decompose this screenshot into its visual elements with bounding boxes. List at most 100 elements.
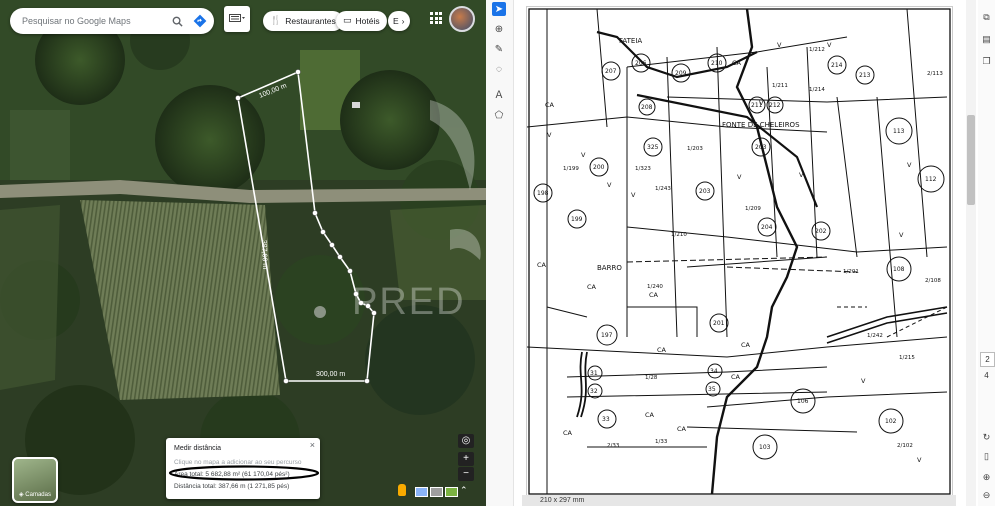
edge-label-top: 100,00 m xyxy=(258,82,288,99)
svg-text:209: 209 xyxy=(675,70,687,77)
zoom-out-icon[interactable]: ⊖ xyxy=(981,490,992,501)
svg-text:203: 203 xyxy=(699,188,711,195)
search-box[interactable]: Pesquisar no Google Maps xyxy=(10,8,214,34)
svg-text:1/201: 1/201 xyxy=(843,269,859,275)
edge-label-south: 300,00 m xyxy=(316,371,345,378)
watermark: PRED xyxy=(352,281,466,323)
svg-text:108: 108 xyxy=(893,266,905,273)
cursor-tool-icon[interactable]: ➤ xyxy=(492,2,506,16)
chevron-right-icon: › xyxy=(401,16,405,26)
layers-label: ◈ Camadas xyxy=(19,492,51,498)
svg-text:206: 206 xyxy=(635,60,647,67)
svg-text:197: 197 xyxy=(601,332,613,339)
stream-line xyxy=(710,8,799,495)
svg-text:1/323: 1/323 xyxy=(635,166,651,172)
svg-text:V: V xyxy=(861,377,866,385)
svg-text:1/215: 1/215 xyxy=(899,355,915,361)
svg-text:1/28: 1/28 xyxy=(645,375,658,381)
my-location-button[interactable]: ◎ xyxy=(458,434,474,448)
page-number-input[interactable]: 2 xyxy=(980,352,995,367)
svg-text:1/210: 1/210 xyxy=(671,232,687,238)
crosshair-icon: ◎ xyxy=(461,435,471,446)
search-input[interactable]: Pesquisar no Google Maps xyxy=(22,16,168,26)
apps-grid-icon[interactable] xyxy=(430,12,442,24)
zoom-tool-icon[interactable]: ⊕ xyxy=(492,22,506,36)
measure-title: Medir distância xyxy=(174,445,222,452)
shapes-tool-icon[interactable]: ⬠ xyxy=(492,108,506,122)
svg-text:1/33: 1/33 xyxy=(655,439,668,445)
minus-icon: − xyxy=(463,468,469,479)
svg-text:213: 213 xyxy=(859,72,871,79)
layers-panel-icon[interactable]: ⧉ xyxy=(981,12,992,23)
svg-text:35: 35 xyxy=(708,386,716,393)
vertical-scrollbar[interactable] xyxy=(966,0,976,506)
svg-text:1/209: 1/209 xyxy=(745,206,761,212)
copy-icon[interactable]: ❐ xyxy=(981,56,992,67)
svg-text:325: 325 xyxy=(647,144,659,151)
edge-label-west: 387,66 m xyxy=(260,240,268,270)
measure-distance-card: Medir distância × Clique no mapa a adici… xyxy=(166,438,320,499)
svg-text:2/102: 2/102 xyxy=(897,443,913,449)
google-maps-panel[interactable]: 100,00 m 387,66 m 300,00 m PRED Pesquisa… xyxy=(0,0,486,506)
svg-text:V: V xyxy=(907,161,912,169)
layers-button[interactable]: ◈ Camadas xyxy=(12,457,58,503)
account-avatar[interactable] xyxy=(449,6,475,32)
svg-text:103: 103 xyxy=(759,444,771,451)
svg-text:200: 200 xyxy=(593,164,605,171)
zoom-in-icon[interactable]: ⊕ xyxy=(981,472,992,483)
place-name-barro: BARRO xyxy=(597,264,622,272)
text-tool-icon[interactable]: Ａ xyxy=(492,86,506,101)
document-page: FATEIA FONTE DE CHELEIROS BARRO 207 206 … xyxy=(526,6,953,497)
svg-text:V: V xyxy=(917,456,922,464)
svg-text:V: V xyxy=(899,231,904,239)
pegman-icon[interactable] xyxy=(398,484,406,496)
layers-icon: ◈ xyxy=(19,492,24,498)
measure-path[interactable]: 100,00 m 387,66 m 300,00 m PRED xyxy=(0,0,486,506)
svg-text:207: 207 xyxy=(605,68,617,75)
svg-text:CA: CA xyxy=(741,341,751,349)
page-total: 4 xyxy=(984,371,989,380)
svg-text:V: V xyxy=(737,173,742,181)
svg-text:CA: CA xyxy=(537,261,547,269)
svg-text:1/211: 1/211 xyxy=(772,83,788,89)
page-icon[interactable]: ▯ xyxy=(981,451,992,462)
svg-text:V: V xyxy=(631,191,636,199)
svg-text:204: 204 xyxy=(761,224,773,231)
zoom-in-button[interactable]: + xyxy=(458,452,474,466)
svg-text:1/214: 1/214 xyxy=(809,87,825,93)
svg-text:CA: CA xyxy=(645,411,655,419)
plus-icon: + xyxy=(463,453,469,464)
right-toolbar: ⧉ ▤ ❐ ↻ ▯ ⊕ ⊖ xyxy=(978,0,995,506)
svg-text:V: V xyxy=(581,151,586,159)
fork-knife-icon: 🍴 xyxy=(270,16,282,26)
chip-restaurants-label: Restaurantes xyxy=(285,16,336,26)
keyboard-layers-button[interactable] xyxy=(224,6,250,32)
comment-icon[interactable]: ▤ xyxy=(981,34,992,45)
imagery-thumbnails[interactable] xyxy=(415,487,458,497)
svg-text:1/199: 1/199 xyxy=(563,166,579,172)
close-icon[interactable]: × xyxy=(310,440,315,450)
directions-icon[interactable] xyxy=(191,12,209,30)
chip-more[interactable]: E › xyxy=(388,11,410,31)
search-icon[interactable] xyxy=(168,12,186,30)
chip-hotels[interactable]: ▭ Hotéis xyxy=(336,11,387,31)
pen-tool-icon[interactable]: ✎ xyxy=(492,42,506,56)
zoom-out-button[interactable]: − xyxy=(458,467,474,481)
svg-text:112: 112 xyxy=(925,176,937,183)
svg-text:V: V xyxy=(607,181,612,189)
place-name-fateia: FATEIA xyxy=(619,37,642,45)
svg-text:210: 210 xyxy=(711,60,723,67)
lasso-tool-icon[interactable]: ◌ xyxy=(492,62,506,76)
rotate-icon[interactable]: ↻ xyxy=(981,432,992,443)
land-use-codes: CA CA CA CA CA CA CA CA CA CA CA V V V V… xyxy=(537,41,922,464)
expand-icon[interactable]: ⌃ xyxy=(460,485,468,496)
pdf-viewer[interactable]: ➤ ⊕ ✎ ◌ Ａ ⬠ FATEIA FONTE DE CHELEIROS BA… xyxy=(486,0,995,506)
scrollbar-thumb[interactable] xyxy=(967,115,975,205)
cadastral-map: FATEIA FONTE DE CHELEIROS BARRO 207 206 … xyxy=(526,8,951,495)
svg-text:106: 106 xyxy=(797,398,809,405)
svg-text:102: 102 xyxy=(885,418,897,425)
svg-text:V: V xyxy=(759,99,764,107)
svg-text:CA: CA xyxy=(587,283,597,291)
svg-text:31: 31 xyxy=(590,370,598,377)
chip-restaurants[interactable]: 🍴 Restaurantes xyxy=(263,11,343,31)
